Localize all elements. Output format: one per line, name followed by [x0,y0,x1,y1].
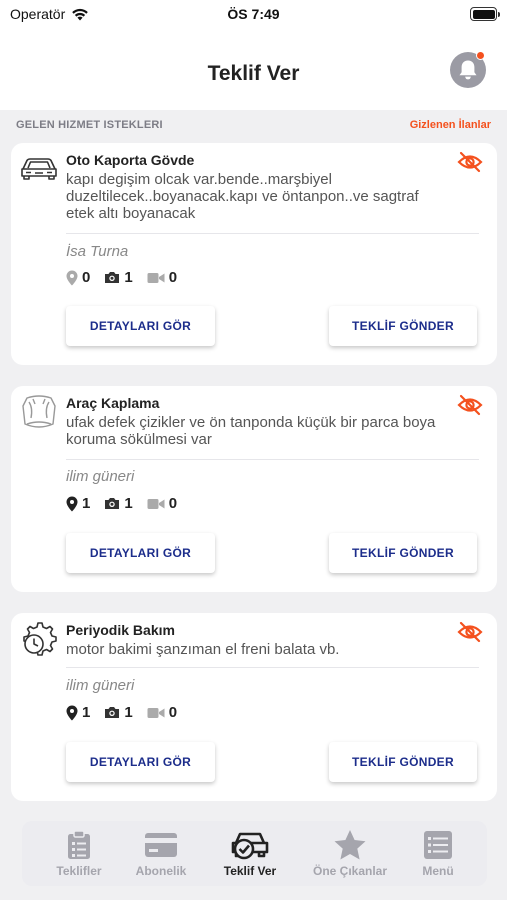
request-description: ufak defek çizikler ve ön tanponda küçük… [66,414,436,448]
tab-label: Teklifler [56,864,102,878]
location-stat: 0 [66,269,90,286]
camera-icon [105,272,120,283]
notification-badge [476,51,485,60]
view-details-button[interactable]: DETAYLARI GÖR [66,742,215,782]
tab-one-cikanlar[interactable]: Öne Çıkanlar [305,827,395,882]
request-card[interactable]: Oto Kaporta Gövde kapı degişim olcak var… [11,143,497,365]
tab-teklif-ver[interactable]: Teklif Ver [205,827,295,882]
gear-clock-icon [19,619,59,659]
bell-icon [459,60,477,80]
status-bar: Operatör ÖS 7:49 [0,0,507,30]
requester-name: ilim güneri [66,677,135,694]
star-icon [334,830,366,860]
location-count: 1 [82,495,91,512]
tab-abonelik[interactable]: Abonelik [116,827,206,882]
photo-count: 1 [124,269,133,286]
photo-stat: 1 [104,269,133,286]
request-card[interactable]: Araç Kaplama ufak defek çizikler ve ön t… [11,386,497,592]
section-title: GELEN HIZMET ISTEKLERI [16,119,163,131]
video-count: 0 [168,269,178,286]
divider [66,667,479,668]
video-count: 0 [168,704,178,721]
eye-slash-icon [457,621,483,643]
location-pin-icon [66,496,78,511]
car-check-icon [231,832,269,860]
tab-label: Abonelik [135,864,187,878]
eye-slash-icon [457,151,483,173]
header: Teklif Ver [0,30,507,110]
video-stat: 0 [147,269,177,286]
request-stats: 1 1 0 [66,704,177,721]
hide-listing-button[interactable] [457,621,483,643]
send-offer-button[interactable]: TEKLİF GÖNDER [329,533,477,573]
location-count: 0 [82,269,91,286]
tab-label: Öne Çıkanlar [312,864,388,878]
requester-name: ilim güneri [66,468,135,485]
clock: ÖS 7:49 [227,6,280,22]
request-title: Araç Kaplama [66,395,160,411]
tab-label: Menü [422,864,454,878]
location-pin-icon [66,705,78,720]
location-pin-icon [66,270,78,285]
tab-bar: Teklifler Abonelik Teklif Ver Öne Çıkanl… [22,821,487,886]
section-header: GELEN HIZMET ISTEKLERI Gizlenen İlanlar [16,117,491,135]
menu-icon [424,831,452,859]
view-details-button[interactable]: DETAYLARI GÖR [66,306,215,346]
hide-listing-button[interactable] [457,394,483,416]
tab-menu[interactable]: Menü [393,827,483,882]
divider [66,459,479,460]
request-title: Periyodik Bakım [66,622,175,638]
video-stat: 0 [147,495,177,512]
photo-stat: 1 [104,704,133,721]
tab-teklifler[interactable]: Teklifler [34,827,124,882]
send-offer-button[interactable]: TEKLİF GÖNDER [329,306,477,346]
photo-count: 1 [124,495,133,512]
camera-icon [105,707,120,718]
car-icon [19,151,59,185]
hidden-listings-link[interactable]: Gizlenen İlanlar [410,119,491,131]
photo-count: 1 [124,704,133,721]
request-stats: 1 1 0 [66,495,177,512]
page-title: Teklif Ver [207,62,300,85]
request-description: motor bakimi şanzıman el freni balata vb… [66,641,340,658]
request-title: Oto Kaporta Gövde [66,152,195,168]
hide-listing-button[interactable] [457,151,483,173]
clipboard-icon [68,830,90,859]
card-icon [145,833,177,857]
view-details-button[interactable]: DETAYLARI GÖR [66,533,215,573]
tab-label: Teklif Ver [223,864,277,878]
video-camera-icon [147,498,165,509]
request-description: kapı degişim olcak var.bende..marşbiyel … [66,171,419,222]
video-count: 0 [168,495,178,512]
video-stat: 0 [147,704,177,721]
eye-slash-icon [457,394,483,416]
request-stats: 0 1 0 [66,269,177,286]
video-camera-icon [147,707,165,718]
divider [66,233,479,234]
car-wrap-icon [19,392,59,434]
notifications-button[interactable] [450,51,486,88]
location-stat: 1 [66,704,90,721]
requester-name: İsa Turna [66,243,129,260]
location-stat: 1 [66,495,90,512]
camera-icon [105,498,120,509]
location-count: 1 [82,704,91,721]
battery-icon [470,7,500,21]
request-card[interactable]: Periyodik Bakım motor bakimi şanzıman el… [11,613,497,801]
photo-stat: 1 [104,495,133,512]
video-camera-icon [147,272,165,283]
send-offer-button[interactable]: TEKLİF GÖNDER [329,742,477,782]
